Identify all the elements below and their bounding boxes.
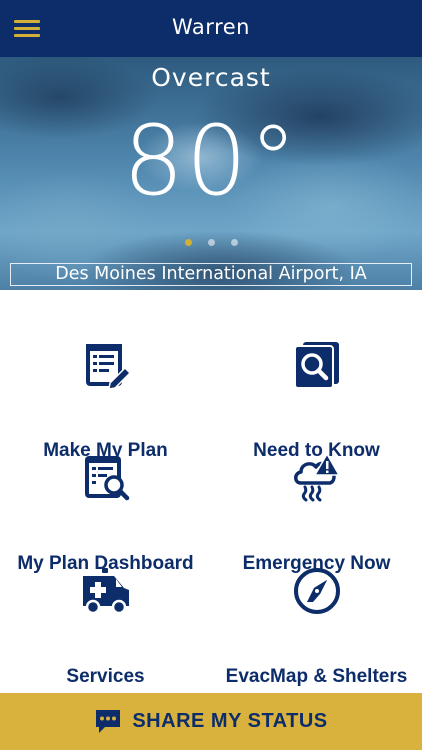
plan-edit-icon [85, 344, 131, 390]
location-selector[interactable]: Des Moines International Airport, IA [10, 263, 412, 286]
evacmap-shelters-label: EvacMap & Shelters [225, 666, 408, 687]
share-status-content: SHARE MY STATUS [0, 708, 422, 734]
search-document-icon [293, 342, 339, 389]
page-dot-3[interactable] [230, 239, 238, 246]
need-to-know-button[interactable]: Need to Know [211, 340, 422, 461]
weather-panel[interactable]: Overcast 80° Des Moines International Ai… [0, 57, 422, 290]
my-plan-dashboard-button[interactable]: My Plan Dashboard [0, 453, 211, 574]
services-button[interactable]: Services [0, 566, 211, 687]
services-label: Services [66, 666, 145, 687]
compass-icon [293, 568, 340, 614]
app-header: Warren [0, 0, 422, 57]
temperature-readout: 80° [122, 105, 300, 217]
weather-condition: Overcast [151, 63, 271, 92]
plan-dashboard-icon [84, 456, 129, 501]
page-indicator [0, 239, 422, 246]
page-dot-2[interactable] [207, 239, 215, 246]
emergency-now-button[interactable]: Emergency Now [211, 453, 422, 574]
page-title: Warren [172, 15, 250, 39]
share-my-status-button[interactable]: SHARE MY STATUS [0, 693, 422, 750]
ambulance-icon [82, 568, 129, 615]
menu-grid: Make My Plan Need to Know My Plan Dashbo… [0, 290, 422, 693]
evacmap-shelters-button[interactable]: EvacMap & Shelters [211, 566, 422, 687]
make-my-plan-button[interactable]: Make My Plan [0, 340, 211, 461]
share-my-status-label: SHARE MY STATUS [132, 709, 328, 732]
page-dot-1[interactable] [184, 239, 192, 246]
storm-alert-icon [293, 453, 340, 502]
chat-bubble-icon [96, 710, 121, 733]
